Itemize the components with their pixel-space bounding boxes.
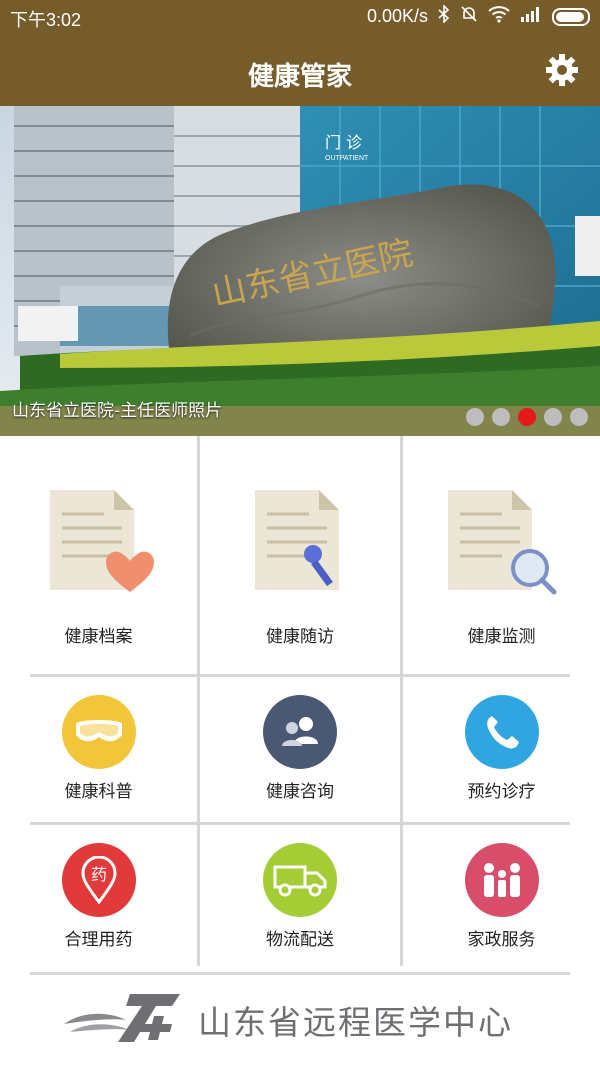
app-header: 健康管家 [0, 34, 600, 106]
mute-icon [460, 5, 478, 28]
appointment-button[interactable]: 预约诊疗 [403, 677, 600, 822]
phone-icon [464, 695, 539, 769]
center-logo-icon [60, 990, 190, 1050]
health-science-button[interactable]: 健康科普 [0, 677, 197, 822]
logistics-label: 物流配送 [266, 930, 334, 950]
appointment-label: 预约诊疗 [467, 782, 536, 802]
document-heart-icon [44, 484, 154, 600]
outpatient-sign-sub: OUTPATIENT [325, 155, 369, 162]
settings-button[interactable] [538, 48, 586, 96]
status-time: 下午3:02 [10, 10, 82, 30]
health-followup-button[interactable]: 健康随访 [200, 436, 400, 674]
goggles-icon [61, 695, 136, 769]
banner-carousel[interactable]: 门 诊 OUTPATIENT 山东省立医院 山东省立医院-主任医师照片 [0, 106, 600, 436]
carousel-dot-active[interactable] [518, 408, 536, 426]
document-microphone-icon [245, 484, 355, 600]
health-followup-label: 健康随访 [266, 627, 334, 647]
gear-icon [544, 52, 580, 92]
medicine-pin-icon: 药 [61, 843, 136, 917]
health-monitor-label: 健康监测 [467, 627, 536, 647]
bluetooth-icon [438, 4, 450, 28]
network-speed: 0.00K/s [366, 6, 428, 26]
svg-text:药: 药 [90, 865, 106, 884]
carousel-indicator [466, 408, 588, 426]
carousel-dot[interactable] [570, 408, 588, 426]
battery-icon [552, 7, 590, 26]
carousel-dot[interactable] [492, 408, 510, 426]
grid-divider [30, 972, 570, 975]
status-bar: 下午3:02 0.00K/s [0, 0, 600, 34]
medicine-label: 合理用药 [64, 930, 133, 950]
page-title: 健康管家 [247, 62, 352, 92]
status-icons: 0.00K/s [366, 4, 590, 28]
banner-caption: 山东省立医院-主任医师照片 [12, 401, 223, 421]
health-archive-label: 健康档案 [64, 627, 133, 647]
family-icon [464, 843, 539, 917]
health-consult-label: 健康咨询 [266, 782, 334, 802]
housekeeping-label: 家政服务 [467, 930, 536, 950]
outpatient-sign: 门 诊 [325, 133, 362, 152]
carousel-dot[interactable] [466, 408, 484, 426]
people-chat-icon [263, 695, 337, 769]
carousel-dot[interactable] [544, 408, 562, 426]
medicine-button[interactable]: 药 合理用药 [0, 825, 197, 972]
health-consult-button[interactable]: 健康咨询 [200, 677, 400, 822]
logistics-button[interactable]: 物流配送 [200, 825, 400, 972]
health-archive-button[interactable]: 健康档案 [0, 436, 197, 674]
wifi-icon [488, 5, 510, 28]
org-name: 山东省远程医学中心 [198, 1003, 513, 1042]
truck-icon [263, 843, 337, 917]
health-monitor-button[interactable]: 健康监测 [403, 436, 600, 674]
signal-icon [520, 6, 542, 27]
document-magnifier-icon [442, 484, 562, 600]
health-science-label: 健康科普 [64, 782, 133, 802]
footer-logo: 山东省远程医学中心 [60, 990, 540, 1050]
hospital-photo: 门 诊 OUTPATIENT 山东省立医院 [0, 106, 600, 436]
housekeeping-button[interactable]: 家政服务 [403, 825, 600, 972]
